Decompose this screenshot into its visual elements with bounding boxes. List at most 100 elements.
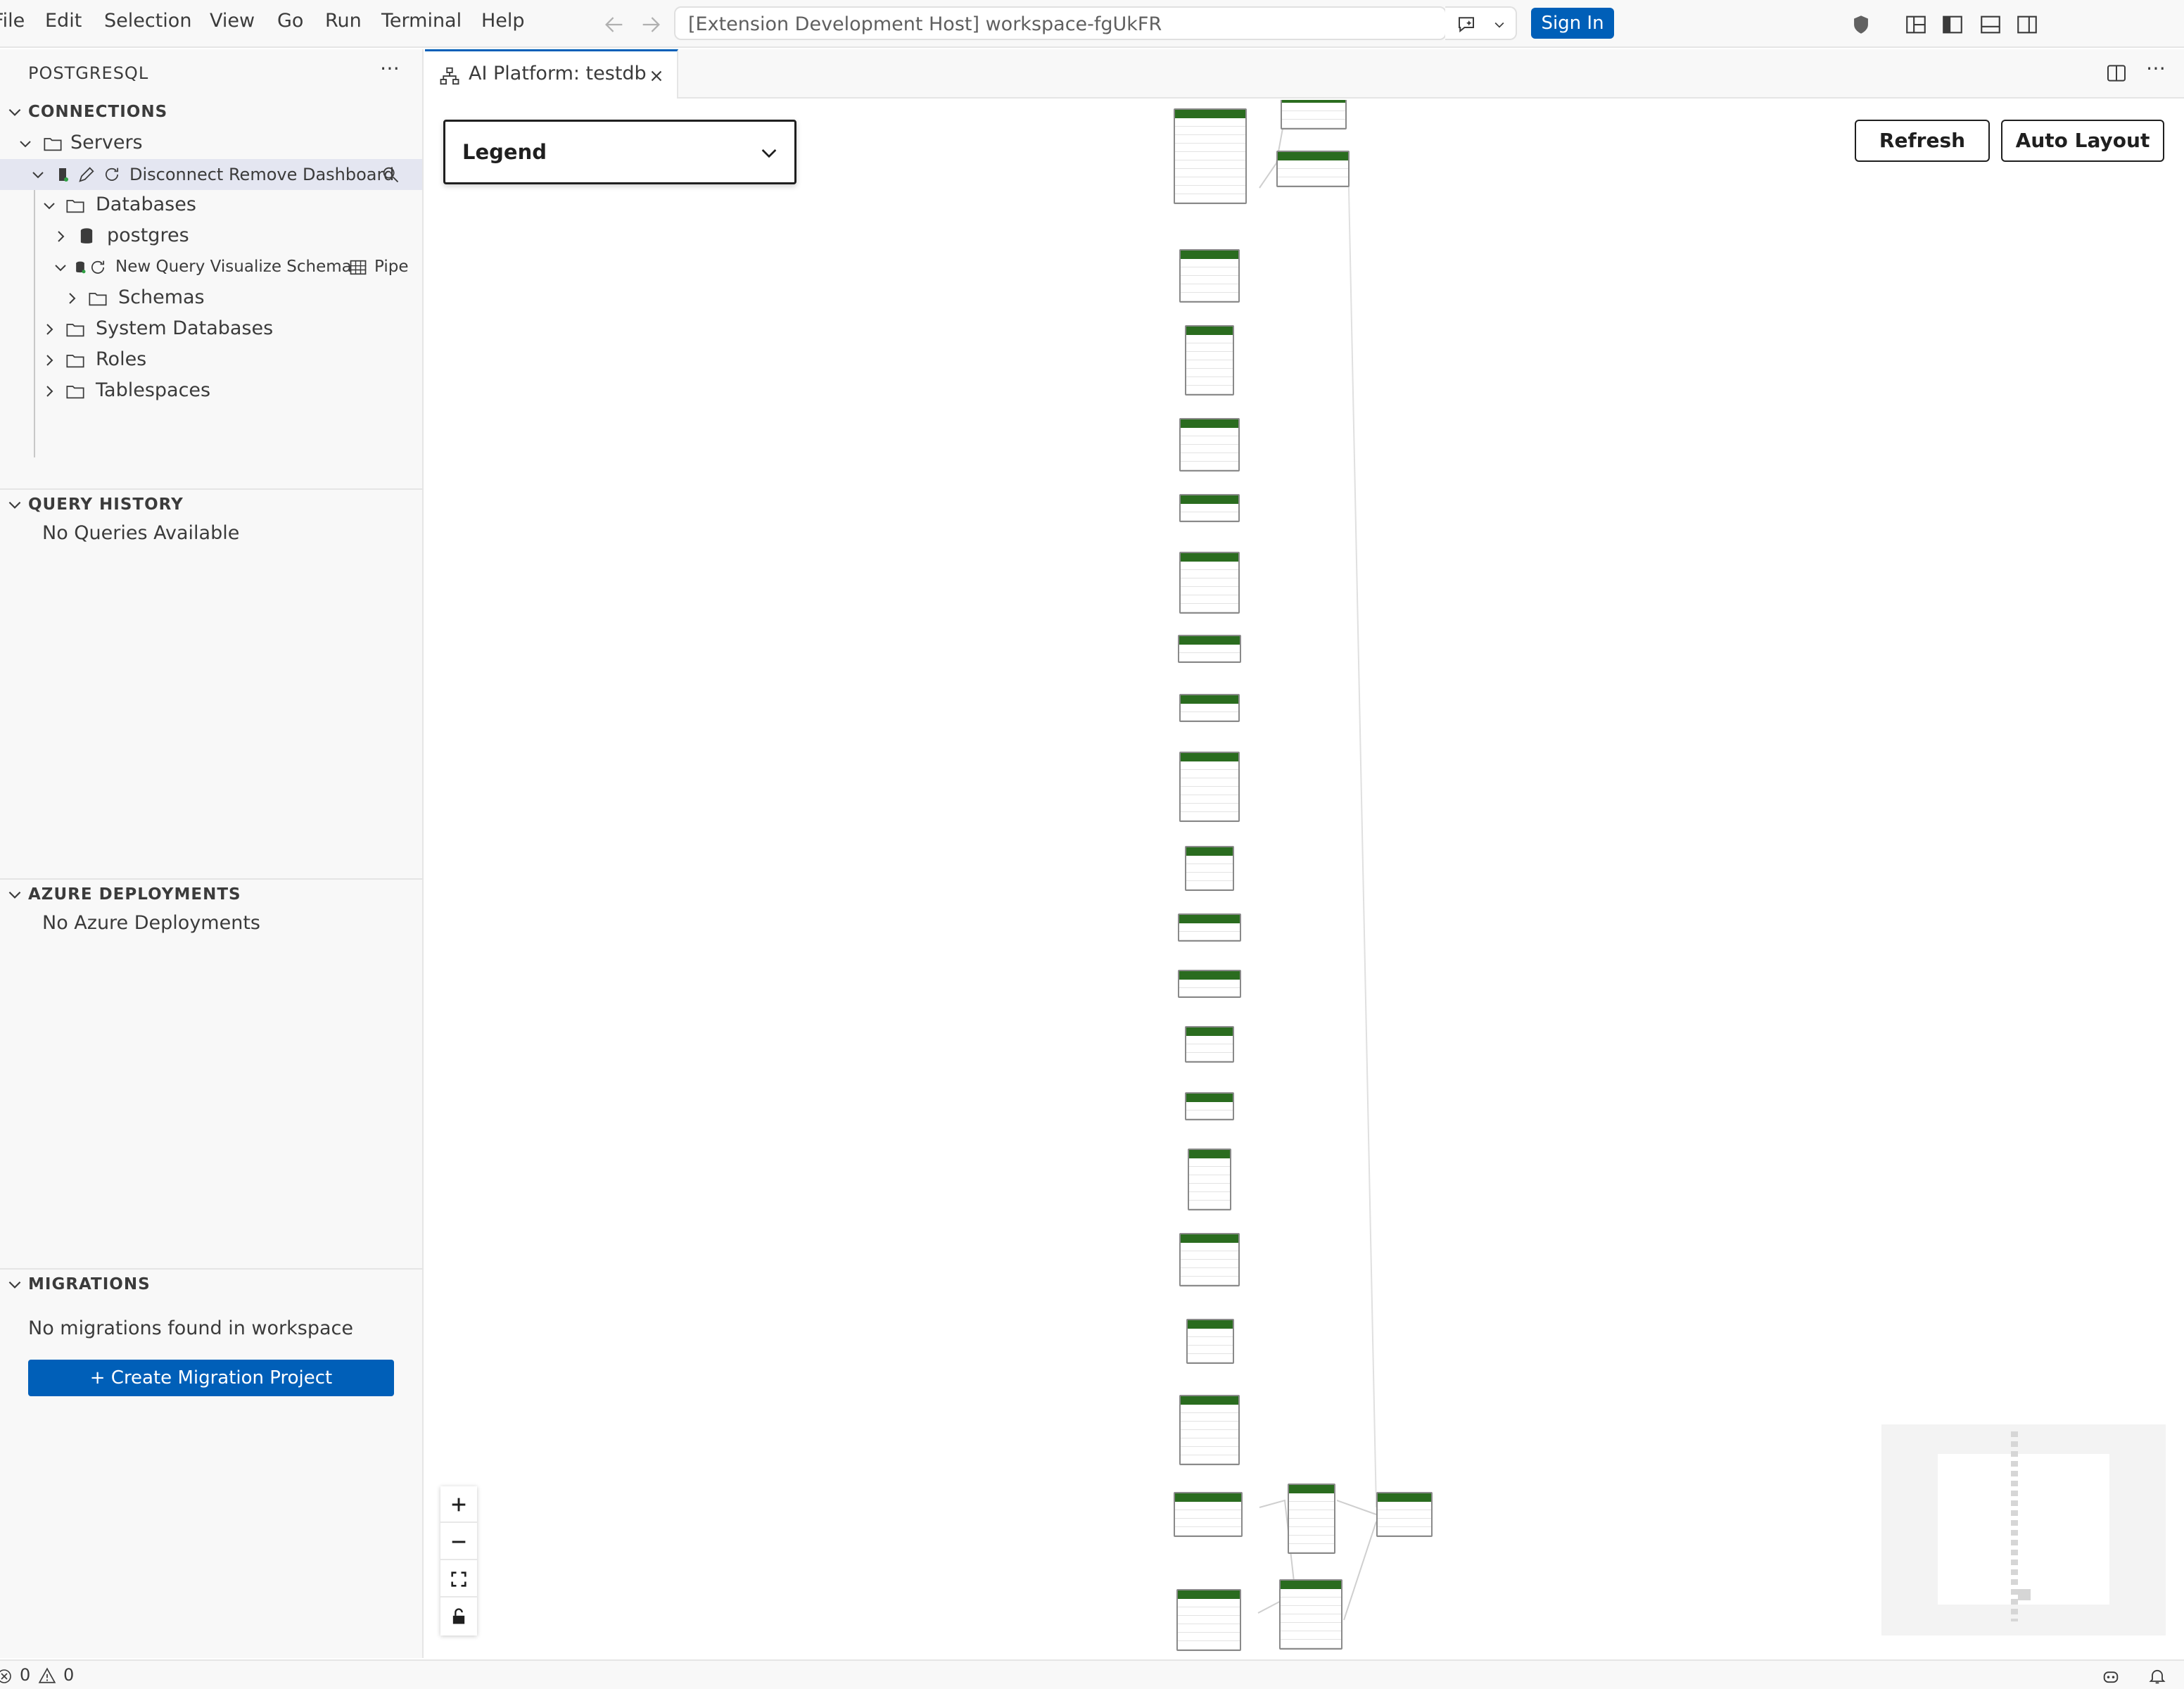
edit-pencil-icon[interactable]	[76, 165, 97, 184]
back-arrow-icon[interactable]	[602, 13, 626, 37]
query-history-section-header[interactable]: QUERY HISTORY	[0, 490, 422, 521]
erd-table-node[interactable]	[1176, 1589, 1241, 1651]
azure-deployments-section-header[interactable]: AZURE DEPLOYMENTS	[0, 880, 422, 911]
erd-table-node[interactable]	[1279, 1579, 1342, 1650]
schema-diagram-canvas[interactable]: Legend Refresh Auto Layout	[425, 100, 2184, 1658]
minimap-viewport[interactable]	[1938, 1454, 2109, 1605]
erd-table-node[interactable]	[1185, 846, 1234, 891]
refresh-icon[interactable]	[87, 258, 108, 277]
refresh-icon[interactable]	[101, 165, 122, 184]
customize-layout-icon[interactable]	[1904, 13, 1928, 37]
tree-item-databases[interactable]: Databases	[0, 190, 422, 221]
erd-table-column-row	[1181, 562, 1238, 570]
menu-selection[interactable]: Selection	[104, 10, 191, 32]
migrations-section-header[interactable]: MIGRATIONS	[0, 1270, 422, 1301]
close-icon[interactable]	[647, 67, 666, 85]
toggle-secondary-sidebar-icon[interactable]	[2015, 13, 2039, 37]
erd-table-header	[1181, 251, 1238, 259]
erd-table-column-row	[1181, 1455, 1238, 1464]
tree-item-tablespaces[interactable]: Tablespaces	[0, 376, 422, 407]
menu-edit[interactable]: Edit	[45, 10, 82, 32]
erd-table-node[interactable]	[1288, 1484, 1335, 1554]
menu-run[interactable]: Run	[325, 10, 362, 32]
table-grid-icon[interactable]	[348, 258, 369, 277]
pipeline-action-label[interactable]: Pipe	[374, 258, 409, 276]
folder-icon	[66, 200, 84, 213]
tree-item-system-databases[interactable]: System Databases	[0, 314, 422, 345]
erd-table-column-row	[1281, 1589, 1341, 1598]
erd-table-node[interactable]	[1179, 752, 1240, 822]
diagram-minimap[interactable]	[1881, 1424, 2166, 1636]
error-count[interactable]: 0	[20, 1665, 30, 1685]
legend-dropdown[interactable]: Legend	[443, 120, 796, 184]
tree-item-roles[interactable]: Roles	[0, 345, 422, 376]
erd-table-node[interactable]	[1178, 635, 1241, 663]
tree-item-testdb[interactable]: New Query Visualize Schema Pipe	[0, 252, 422, 283]
erd-table-node[interactable]	[1179, 1233, 1240, 1286]
toggle-panel-icon[interactable]	[1979, 13, 2002, 37]
erd-table-node[interactable]	[1174, 1492, 1243, 1537]
more-actions-icon[interactable]: ⋯	[380, 56, 400, 80]
editor-more-actions-icon[interactable]: ⋯	[2146, 56, 2166, 80]
auto-layout-button[interactable]: Auto Layout	[2001, 120, 2164, 162]
menu-terminal[interactable]: Terminal	[381, 10, 462, 32]
forward-arrow-icon[interactable]	[639, 13, 663, 37]
erd-table-node[interactable]	[1185, 1026, 1234, 1063]
create-migration-project-button[interactable]: + Create Migration Project	[28, 1360, 394, 1396]
sign-in-button[interactable]: Sign In	[1531, 8, 1614, 39]
erd-table-column-row	[1181, 293, 1238, 301]
accounts-shield-icon[interactable]	[1849, 13, 1873, 37]
erd-table-node[interactable]	[1178, 913, 1241, 942]
fit-view-button[interactable]	[440, 1561, 477, 1598]
erd-table-node[interactable]	[1186, 1319, 1234, 1364]
erd-table-node[interactable]	[1281, 100, 1347, 129]
chevron-down-icon	[20, 141, 31, 148]
erd-table-column-row	[1179, 932, 1240, 940]
search-icon[interactable]	[380, 165, 401, 184]
erd-table-node[interactable]	[1188, 1149, 1231, 1210]
tree-item-schemas[interactable]: Schemas	[0, 283, 422, 314]
erd-table-node[interactable]	[1376, 1492, 1433, 1537]
folder-icon	[44, 138, 62, 151]
menu-help[interactable]: Help	[481, 10, 525, 32]
error-icon[interactable]	[0, 1668, 13, 1685]
copilot-icon[interactable]	[2101, 1666, 2121, 1686]
erd-table-node[interactable]	[1179, 552, 1240, 614]
toggle-primary-sidebar-icon[interactable]	[1941, 13, 1964, 37]
copilot-chat-button[interactable]	[1445, 6, 1517, 40]
erd-table-node[interactable]	[1178, 970, 1241, 998]
server-actions-label[interactable]: Disconnect Remove Dashboard	[129, 165, 394, 184]
erd-table-column-row	[1181, 284, 1238, 293]
erd-table-node[interactable]	[1185, 1092, 1234, 1120]
database-actions-label[interactable]: New Query Visualize Schema	[115, 258, 352, 276]
erd-table-column-row	[1278, 160, 1348, 169]
warning-icon[interactable]	[38, 1666, 56, 1685]
erd-table-node[interactable]	[1179, 418, 1240, 472]
menu-go[interactable]: Go	[277, 10, 303, 32]
connections-section-header[interactable]: CONNECTIONS	[0, 97, 422, 128]
erd-table-node[interactable]	[1179, 1395, 1240, 1465]
notifications-bell-icon[interactable]	[2147, 1666, 2167, 1686]
erd-table-node[interactable]	[1174, 108, 1247, 204]
warning-count[interactable]: 0	[63, 1665, 74, 1685]
erd-table-node[interactable]	[1179, 494, 1240, 522]
refresh-button[interactable]: Refresh	[1855, 120, 1990, 162]
zoom-in-button[interactable]	[440, 1486, 477, 1523]
zoom-out-button[interactable]	[440, 1524, 477, 1560]
tab-ai-platform-testdb[interactable]: AI Platform: testdb	[425, 49, 678, 99]
erd-table-node[interactable]	[1276, 151, 1350, 187]
azure-deployments-empty: No Azure Deployments	[42, 912, 260, 934]
split-editor-icon[interactable]	[2105, 62, 2128, 84]
erd-table-node[interactable]	[1179, 694, 1240, 722]
erd-table-node[interactable]	[1185, 325, 1234, 396]
toggle-interactivity-button[interactable]	[440, 1598, 477, 1635]
tree-item-server-connection[interactable]: Disconnect Remove Dashboard	[0, 159, 422, 190]
erd-table-node[interactable]	[1179, 249, 1240, 303]
tree-item-servers[interactable]: Servers	[0, 128, 422, 159]
erd-table-column-row	[1175, 127, 1245, 135]
tree-item-postgres[interactable]: postgres	[0, 221, 422, 252]
command-center[interactable]: [Extension Development Host] workspace-f…	[674, 6, 1447, 40]
menu-view[interactable]: View	[210, 10, 255, 32]
erd-table-column-row	[1181, 1438, 1238, 1447]
menu-file[interactable]: File	[0, 10, 25, 32]
